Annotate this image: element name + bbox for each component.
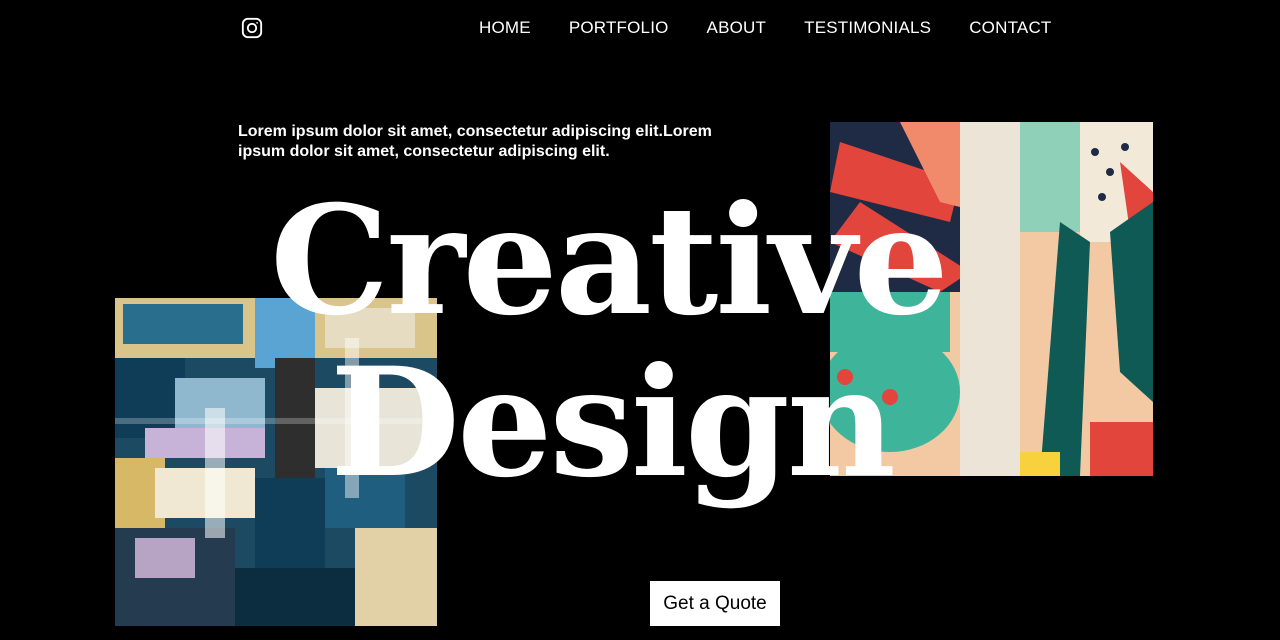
get-a-quote-button[interactable]: Get a Quote xyxy=(650,581,780,626)
nav-testimonials[interactable]: TESTIMONIALS xyxy=(804,18,931,38)
instagram-icon[interactable] xyxy=(241,17,263,39)
abstract-painting-left xyxy=(115,298,437,626)
nav-about[interactable]: ABOUT xyxy=(707,18,767,38)
abstract-painting-right xyxy=(830,122,1153,476)
nav-portfolio[interactable]: PORTFOLIO xyxy=(569,18,669,38)
nav-home[interactable]: HOME xyxy=(479,18,531,38)
nav-contact[interactable]: CONTACT xyxy=(969,18,1051,38)
main-nav: HOME PORTFOLIO ABOUT TESTIMONIALS CONTAC… xyxy=(479,17,1052,39)
hero-intro-text: Lorem ipsum dolor sit amet, consectetur … xyxy=(238,123,712,160)
